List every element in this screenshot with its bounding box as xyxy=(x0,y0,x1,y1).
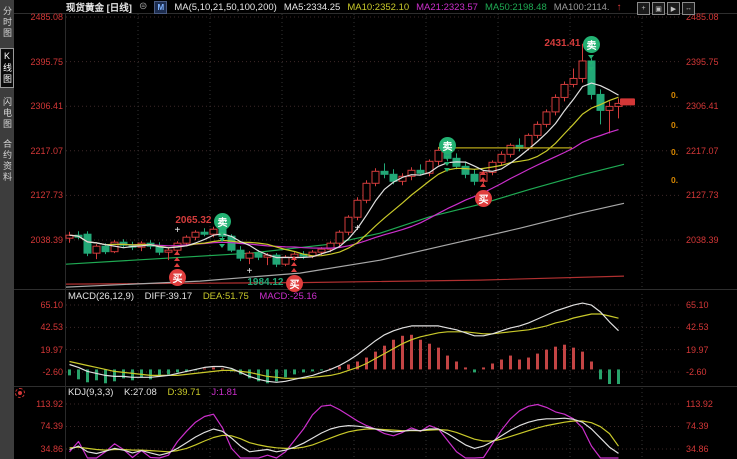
ma5-value: MA5:2334.25 xyxy=(284,2,341,13)
sidebar-tab-lightning[interactable]: 闪电图 xyxy=(1,97,13,130)
trading-chart-app: 分时图 K线图 闪电图 合约资料 现货黄金 [日线] ⊜ M MA(5,10,2… xyxy=(0,0,737,459)
price-axis-tick-left: 2217.07 xyxy=(14,146,63,156)
down-arrow-icon xyxy=(588,55,594,59)
swing-price-label: 2431.41 xyxy=(521,38,581,49)
macd-dea-value: DEA:51.75 xyxy=(203,291,249,302)
macd-diff-value: DIFF:39.17 xyxy=(145,291,193,302)
sidebar-tab-contract-info[interactable]: 合约资料 xyxy=(1,139,13,183)
down-arrow-icon xyxy=(219,238,225,242)
kdj-settings-icon[interactable] xyxy=(15,388,25,398)
kdj-axis-tick-left: 113.92 xyxy=(14,399,63,409)
chart-toolbar: + ▣ ▶ ↔ xyxy=(637,2,695,15)
ma100-value: MA100:2114. xyxy=(554,2,610,13)
down-arrow-icon xyxy=(219,244,225,248)
up-arrow-icon xyxy=(291,256,297,260)
ma-group-label: MA(5,10,21,50,100,200) xyxy=(174,2,276,13)
macd-axis-tick-right: -2.60 xyxy=(686,367,734,377)
down-arrow-icon xyxy=(444,168,450,172)
pivot-cross-marker: + xyxy=(175,228,181,234)
chart-type-sidebar: 分时图 K线图 闪电图 合约资料 xyxy=(0,0,14,459)
price-axis-tick-left: 2127.73 xyxy=(14,190,63,200)
pivot-cross-marker: + xyxy=(247,269,253,275)
trend-up-arrow-icon: ↑ xyxy=(617,2,622,13)
buy-signal-badge[interactable]: 买 xyxy=(475,190,492,207)
kdj-axis-tick-right: 113.92 xyxy=(686,399,734,409)
expand-icon[interactable]: ↔ xyxy=(682,2,695,15)
indicator-settings-icon[interactable]: ⊜ xyxy=(139,2,147,12)
price-axis-tick-right: 2395.75 xyxy=(686,57,734,67)
kdj-panel-header: KDJ(9,3,3) K:27.08 D:39.71 J:1.81 xyxy=(68,387,245,398)
down-arrow-icon xyxy=(444,156,450,160)
up-arrow-icon xyxy=(291,268,297,272)
sell-signal-badge[interactable]: 卖 xyxy=(214,213,231,230)
instrument-title: 现货黄金 [日线] xyxy=(66,0,132,14)
sell-signal-badge[interactable]: 卖 xyxy=(439,137,456,154)
swing-price-label: 1984.12 xyxy=(224,277,284,288)
kdj-j-value: J:1.81 xyxy=(211,387,237,398)
play-icon[interactable]: ▶ xyxy=(667,2,680,15)
down-arrow-icon xyxy=(219,232,225,236)
buy-signal-badge[interactable]: 买 xyxy=(286,275,303,292)
down-arrow-icon xyxy=(588,61,594,65)
price-axis-tick-right: 2306.41 xyxy=(686,101,734,111)
buy-signal-badge[interactable]: 买 xyxy=(169,269,186,286)
kdj-d-value: D:39.71 xyxy=(167,387,200,398)
right-price-marker: 0. xyxy=(671,175,678,185)
up-arrow-icon xyxy=(480,183,486,187)
sidebar-tab-timeshare[interactable]: 分时图 xyxy=(1,6,13,39)
swing-price-label: 2065.32 xyxy=(152,215,212,226)
price-axis-tick-right: 2127.73 xyxy=(686,190,734,200)
right-price-marker: 0. xyxy=(671,90,678,100)
pivot-cross-marker: + xyxy=(355,226,361,232)
frame-icon[interactable]: ▣ xyxy=(652,2,665,15)
macd-name: MACD(26,12,9) xyxy=(68,291,134,302)
up-arrow-icon xyxy=(174,263,180,267)
kdj-k-value: K:27.08 xyxy=(124,387,157,398)
macd-axis-tick-right: 42.53 xyxy=(686,322,734,332)
up-arrow-icon xyxy=(174,257,180,261)
sidebar-tab-kline[interactable]: K线图 xyxy=(0,48,14,88)
kdj-axis-tick-left: 34.86 xyxy=(14,444,63,454)
chart-header: 现货黄金 [日线] ⊜ M MA(5,10,21,50,100,200) MA5… xyxy=(66,1,622,13)
ma21-value: MA21:2323.57 xyxy=(416,2,478,13)
macd-axis-tick-left: 65.10 xyxy=(14,300,63,310)
ma50-value: MA50:2198.48 xyxy=(485,2,547,13)
ma10-value: MA10:2352.10 xyxy=(347,2,409,13)
price-axis-tick-right: 2217.07 xyxy=(686,146,734,156)
price-axis-tick-left: 2395.75 xyxy=(14,57,63,67)
macd-axis-tick-left: -2.60 xyxy=(14,367,63,377)
price-axis-tick-right: 2038.39 xyxy=(686,235,734,245)
macd-macd-value: MACD:-25.16 xyxy=(259,291,317,302)
kdj-name: KDJ(9,3,3) xyxy=(68,387,113,398)
price-axis-tick-left: 2306.41 xyxy=(14,101,63,111)
up-arrow-icon xyxy=(480,177,486,181)
macd-axis-tick-right: 65.10 xyxy=(686,300,734,310)
down-arrow-icon xyxy=(444,162,450,166)
price-axis-tick-left: 2038.39 xyxy=(14,235,63,245)
macd-panel-header: MACD(26,12,9) DIFF:39.17 DEA:51.75 MACD:… xyxy=(68,291,325,302)
right-price-marker: 0. xyxy=(671,120,678,130)
macd-axis-tick-left: 19.97 xyxy=(14,345,63,355)
macd-axis-tick-left: 42.53 xyxy=(14,322,63,332)
kdj-axis-tick-left: 74.39 xyxy=(14,421,63,431)
crosshair-icon[interactable]: + xyxy=(637,2,650,15)
sell-signal-badge[interactable]: 卖 xyxy=(583,36,600,53)
right-price-marker: 0. xyxy=(671,147,678,157)
chart-logo-icon[interactable]: M xyxy=(154,1,167,14)
up-arrow-icon xyxy=(174,251,180,255)
macd-axis-tick-right: 19.97 xyxy=(686,345,734,355)
kdj-axis-tick-right: 34.86 xyxy=(686,444,734,454)
up-arrow-icon xyxy=(291,262,297,266)
up-arrow-icon xyxy=(480,171,486,175)
down-arrow-icon xyxy=(588,67,594,71)
kdj-axis-tick-right: 74.39 xyxy=(686,421,734,431)
price-axis-tick-left: 2485.08 xyxy=(14,12,63,22)
